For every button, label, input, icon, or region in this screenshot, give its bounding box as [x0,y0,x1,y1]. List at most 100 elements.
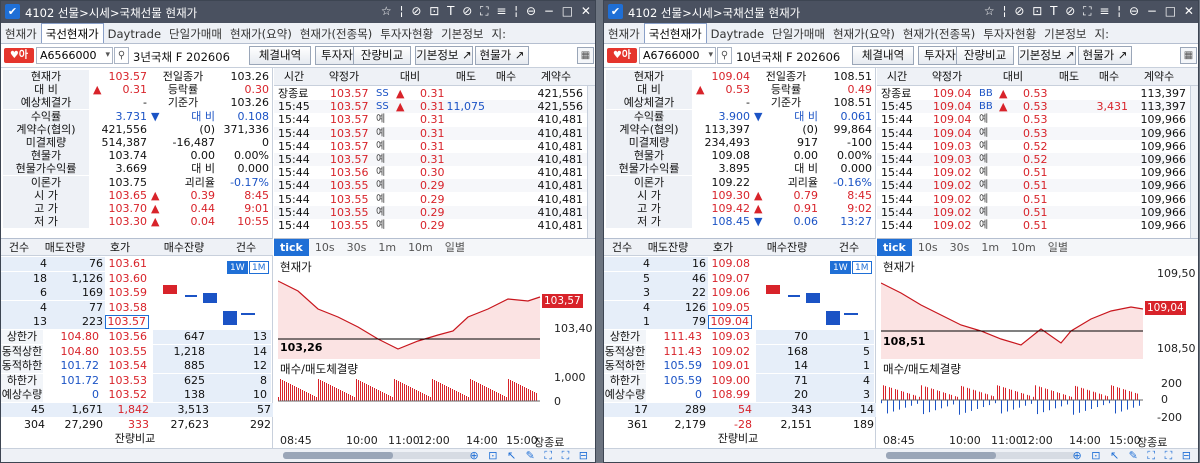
chart-tab-10s[interactable]: 10s [912,239,944,256]
instrument-code-select[interactable]: A6766000 ▾ [639,47,716,64]
trade-row: 15:44 103.57 예 0.31 410,481 [274,126,595,140]
trade-sell: 11,075 [446,100,486,114]
tab-6[interactable]: 투자자현황 [979,24,1040,43]
period-1m-button[interactable]: 1M [249,261,269,274]
trade-price: 103.57 [330,153,369,166]
tab-7[interactable]: 기본정보 [437,24,487,43]
bid-price[interactable]: 109.00 [708,374,752,388]
tab-5[interactable]: 현재가(전종목) [899,24,979,43]
bid-price[interactable]: 103.53 [105,374,149,388]
ask-price[interactable]: 109.06 [708,286,752,300]
bid-price[interactable]: 103.54 [105,359,149,373]
bid-price[interactable]: 108.99 [708,388,752,402]
tab-7[interactable]: 기본정보 [1040,24,1090,43]
order-book-header-cell: 매도잔량 [44,241,86,254]
trades-header-cell: 계약수 [540,70,572,83]
order-compare-button[interactable]: 잔량비교 [708,432,768,446]
order-compare-button[interactable]: 잔량비교 [105,432,165,446]
trade-time: 15:44 [881,153,913,166]
ask-price[interactable]: 109.05 [708,301,752,315]
grid-icon[interactable]: ▦ [577,47,594,64]
search-icon[interactable]: ⚲ [114,47,129,64]
bid-price[interactable]: 103.55 [105,345,149,359]
chart-tab-tick[interactable]: tick [877,239,912,256]
summary-row: 시 가 103.65 0.39 ▲ 8:45 [1,188,273,202]
trades-scrollbar[interactable] [1190,86,1198,238]
grid-icon[interactable]: ▦ [1180,47,1197,64]
sum-bid-qty: 343 [791,403,812,416]
tab-4[interactable]: 현재가(요약) [829,24,899,43]
ask-price[interactable]: 103.58 [105,301,149,315]
volume-bar [478,383,479,401]
bid-price[interactable]: 103.56 [105,330,149,344]
chart-tool-icons[interactable]: ⊕ ⊡ ↖ ✎ ⛶ ⛶ ⊟ [1073,449,1194,462]
instrument-code-select[interactable]: A6566000 ▾ [36,47,113,64]
chart-tab-10s[interactable]: 10s [309,239,341,256]
toolbar-button-3[interactable]: 기본정보 ↗ [1018,46,1076,65]
ask-price[interactable]: 109.07 [708,272,752,286]
window-control-icons[interactable]: ☆ ¦ ⊘ ⊡ T ⊘ ⛶ ≡ ¦ ⊖ − □ ✕ [381,4,593,19]
window-control-icons[interactable]: ☆ ¦ ⊘ ⊡ T ⊘ ⛶ ≡ ¦ ⊖ − □ ✕ [984,4,1196,19]
chart-tab-tick[interactable]: tick [274,239,309,256]
toolbar-button-4[interactable]: 현물가 ↗ [1078,46,1132,65]
chart-tab-1m[interactable]: 1m [372,239,402,256]
trades-scrollbar[interactable] [587,86,595,238]
favorite-logo-icon[interactable]: ♥아 [607,48,637,63]
window-checkbox-icon[interactable]: ✔ [608,4,623,19]
chart-tab-1m[interactable]: 1m [975,239,1005,256]
chart-tab-10m[interactable]: 10m [402,239,439,256]
tab-8[interactable]: 지: [488,24,510,43]
bid-price[interactable]: 109.02 [708,345,752,359]
tab-2[interactable]: Daytrade [707,24,768,43]
sum-bid-count: 57 [257,403,271,416]
toolbar-button-4[interactable]: 현물가 ↗ [475,46,529,65]
tab-4[interactable]: 현재가(요약) [226,24,296,43]
search-icon[interactable]: ⚲ [717,47,732,64]
favorite-logo-icon[interactable]: ♥아 [4,48,34,63]
toolbar-button-3[interactable]: 기본정보 ↗ [415,46,473,65]
tab-8[interactable]: 지: [1091,24,1113,43]
bid-price[interactable]: 109.03 [708,330,752,344]
ask-price[interactable]: 109.04 [708,315,752,330]
period-1m-button[interactable]: 1M [852,261,872,274]
tab-2[interactable]: Daytrade [104,24,165,43]
summary-value: 109.08 [711,149,751,163]
tab-6[interactable]: 투자자현황 [376,24,437,43]
chart-tab-일별[interactable]: 일별 [439,239,471,256]
chart-volume-label: 매수/매도체결량 [280,362,358,376]
volume-bar [382,392,383,401]
chart-tab-30s[interactable]: 30s [341,239,373,256]
ask-price[interactable]: 103.59 [105,286,149,300]
tab-0[interactable]: 현재가 [1,24,41,43]
ask-price[interactable]: 103.60 [105,272,149,286]
tab-0[interactable]: 현재가 [604,24,644,43]
toolbar-button-2[interactable]: 잔량비교 [956,46,1014,65]
bid-price[interactable]: 103.52 [105,388,149,402]
period-1w-button[interactable]: 1W [830,261,851,274]
volume-bar [1087,389,1088,400]
futures-window-10y: ✔ 4102 선물>시세>국채선물 현재가 ☆ ¦ ⊘ ⊡ T ⊘ ⛶ ≡ ¦ ⊖ … [603,0,1199,463]
toolbar-button-0[interactable]: 체결내역 [852,46,914,65]
ask-price[interactable]: 103.57 [105,315,149,330]
toolbar-button-2[interactable]: 잔량비교 [353,46,411,65]
tab-3[interactable]: 단일가매매 [165,24,226,43]
ask-price[interactable]: 103.61 [105,257,149,271]
tab-1[interactable]: 국선현재가 [643,23,707,43]
chart-tab-10m[interactable]: 10m [1005,239,1042,256]
chart-scroll-thumb[interactable] [886,452,996,459]
window-checkbox-icon[interactable]: ✔ [5,4,20,19]
tab-3[interactable]: 단일가매매 [768,24,829,43]
bid-price[interactable]: 109.01 [708,359,752,373]
chart-scrollbar[interactable] [886,452,1076,459]
period-1w-button[interactable]: 1W [227,261,248,274]
toolbar-button-0[interactable]: 체결내역 [249,46,311,65]
ask-price[interactable]: 109.08 [708,257,752,271]
chart-scrollbar[interactable] [283,452,473,459]
chart-tool-icons[interactable]: ⊕ ⊡ ↖ ✎ ⛶ ⛶ ⊟ [470,449,591,462]
tab-5[interactable]: 현재가(전종목) [296,24,376,43]
total-diff: -28 [734,417,752,431]
chart-scroll-thumb[interactable] [283,452,393,459]
tab-1[interactable]: 국선현재가 [40,23,104,43]
chart-tab-일별[interactable]: 일별 [1042,239,1074,256]
chart-tab-30s[interactable]: 30s [944,239,976,256]
